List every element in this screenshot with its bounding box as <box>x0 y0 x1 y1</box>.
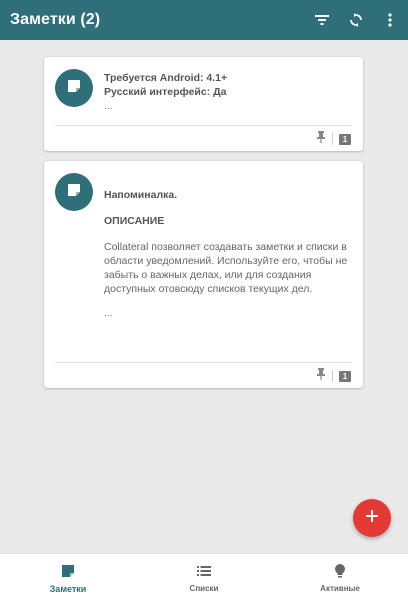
card-footer: 1 <box>316 130 351 148</box>
more-vert-icon[interactable] <box>382 12 398 28</box>
item-count-badge: 1 <box>339 133 351 145</box>
nav-item-lists[interactable]: Списки <box>136 554 272 600</box>
note-line: Требуется Android: 4.1+ <box>104 72 228 84</box>
bulb-icon <box>331 563 349 579</box>
note-ellipsis: ... <box>104 100 113 112</box>
note-line: Русский интерфейс: Да <box>104 86 227 98</box>
note-body: Collateral позволяет создавать заметки и… <box>104 241 348 295</box>
nav-item-active[interactable]: Активные <box>272 554 408 600</box>
footer-separator <box>332 133 333 145</box>
card-footer: 1 <box>316 367 351 385</box>
list-icon <box>195 563 213 579</box>
app-bar-actions <box>314 10 398 30</box>
note-card[interactable]: Напоминалка. ОПИСАНИЕ Collateral позволя… <box>44 161 363 388</box>
filter-icon[interactable] <box>314 12 330 28</box>
note-title: Напоминалка. <box>104 189 178 201</box>
card-divider <box>55 362 352 363</box>
pin-icon[interactable] <box>316 367 326 385</box>
footer-separator <box>332 370 333 382</box>
sync-icon[interactable] <box>348 12 364 28</box>
nav-label: Заметки <box>49 584 87 594</box>
nav-label: Активные <box>320 584 360 593</box>
note-avatar <box>55 173 93 211</box>
note-heading: ОПИСАНИЕ <box>104 215 165 227</box>
note-card[interactable]: Требуется Android: 4.1+ Русский интерфей… <box>44 57 363 151</box>
note-icon <box>59 563 77 579</box>
note-content: Напоминалка. ОПИСАНИЕ Collateral позволя… <box>104 188 351 320</box>
note-icon <box>67 79 81 98</box>
app-title: Заметки (2) <box>10 11 101 28</box>
nav-item-notes[interactable]: Заметки <box>0 554 136 600</box>
plus-icon <box>366 509 378 527</box>
note-icon <box>67 183 81 202</box>
item-count-badge: 1 <box>339 370 351 382</box>
nav-label: Списки <box>189 584 219 593</box>
add-note-button[interactable] <box>353 499 391 537</box>
bottom-navigation: Заметки Списки Активные <box>0 553 408 600</box>
note-ellipsis: ... <box>104 307 113 319</box>
pin-icon[interactable] <box>316 130 326 148</box>
card-divider <box>55 125 352 126</box>
app-root: Заметки (2) Требуется Android: 4.1+ Русс… <box>0 0 408 600</box>
note-avatar <box>55 69 93 107</box>
note-content: Требуется Android: 4.1+ Русский интерфей… <box>104 71 351 113</box>
app-bar: Заметки (2) <box>0 0 408 40</box>
